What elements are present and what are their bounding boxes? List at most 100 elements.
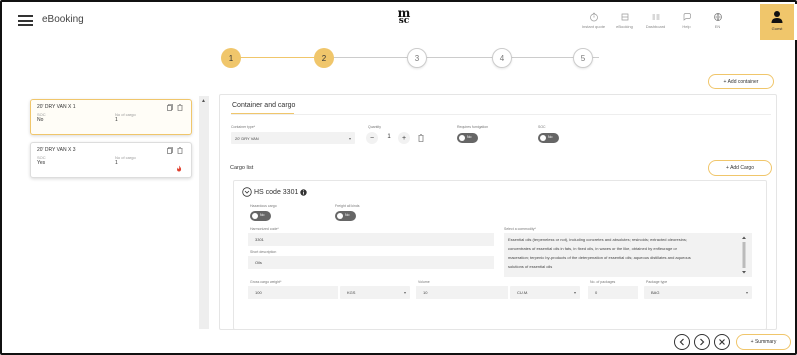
nav-help[interactable]: Help [671, 8, 702, 29]
short-description-label: Short description [250, 250, 277, 254]
nav-dashboard[interactable]: Dashboard [640, 8, 671, 29]
guest-user-button[interactable]: Guest [760, 4, 794, 40]
instant-quote-icon [589, 12, 598, 22]
harmonized-code-input[interactable]: 3301 [248, 233, 494, 246]
info-icon[interactable] [300, 188, 308, 196]
hs-code-header[interactable]: HS code 3301 [242, 187, 308, 197]
add-container-label: + Add container [723, 78, 759, 85]
guest-label: Guest [771, 26, 783, 31]
cargo-list-heading: Cargo list [230, 165, 254, 171]
hamburger-menu-icon[interactable] [18, 15, 33, 26]
volume-label: Volume [418, 280, 430, 284]
panel-scrollbar[interactable]: ▲ [199, 96, 209, 329]
freight-all-kinds-toggle[interactable]: No [335, 211, 356, 221]
soc-toggle[interactable]: No [538, 133, 559, 143]
nav-instant-quote[interactable]: Instant quote [578, 8, 609, 29]
toggle-knob [459, 135, 465, 141]
step-1[interactable]: 1 [221, 48, 241, 68]
container-card-cargo-label: No of cargo [115, 155, 136, 160]
step-line-2 [331, 57, 599, 58]
short-description-input[interactable]: Oils [248, 256, 494, 269]
step-5[interactable]: 5 [573, 48, 593, 68]
booking-stepper: 1 2 3 4 5 [221, 48, 599, 68]
packages-value: 0 [595, 290, 598, 295]
container-card-2[interactable]: 20' DRY VAN X 3 SOC Yes No of cargo 1 [30, 142, 192, 178]
step-3[interactable]: 3 [407, 48, 427, 68]
container-type-value: 20' DRY VAN [235, 135, 259, 141]
package-type-label: Package type [646, 280, 668, 284]
app-name: eBooking [42, 14, 84, 25]
globe-icon [713, 13, 722, 22]
user-icon [771, 11, 783, 23]
container-cargo-panel: Container and cargo Container type* 20' … [219, 94, 777, 330]
msc-logo[interactable]: m sc [392, 7, 416, 26]
copy-icon[interactable] [167, 104, 173, 111]
step-3-number: 3 [414, 53, 420, 63]
nav-language[interactable]: EN [702, 8, 733, 29]
quantity-decrement-button[interactable]: − [366, 132, 378, 144]
container-type-label: Container type* [231, 125, 256, 129]
volume-unit-select[interactable]: CU.M. ▾ [510, 286, 580, 299]
quantity-label: Quantity [368, 125, 382, 129]
step-4-number: 4 [499, 53, 505, 63]
toggle-text: No [548, 135, 553, 139]
previous-button[interactable] [674, 334, 690, 350]
trash-icon[interactable] [418, 134, 424, 142]
hazard-flame-icon [176, 165, 182, 172]
copy-icon[interactable] [167, 147, 173, 154]
container-type-select[interactable]: 20' DRY VAN ▾ [231, 132, 355, 144]
package-type-select[interactable]: BAG ▾ [644, 286, 752, 299]
textarea-scrollbar[interactable] [740, 235, 748, 275]
requires-fumigation-toggle[interactable]: No [457, 133, 478, 143]
weight-unit-select[interactable]: KGS ▾ [340, 286, 410, 299]
harmonized-code-value: 3301 [255, 237, 264, 242]
summary-button[interactable]: + Summary [736, 334, 791, 350]
ebooking-icon [621, 13, 628, 21]
toggle-text: No [467, 135, 472, 139]
container-card-title: 20' DRY VAN X 1 [37, 104, 76, 110]
container-card-title: 20' DRY VAN X 3 [37, 147, 76, 153]
trash-icon[interactable] [177, 104, 183, 111]
volume-input[interactable]: 10 [416, 286, 508, 299]
add-cargo-label: + Add Cargo [726, 165, 754, 171]
hs-code-title: HS code 3301 [254, 188, 299, 196]
commodity-textarea[interactable]: Essential oils (terpeneless or not), inc… [504, 233, 752, 277]
top-nav: Instant quote eBooking Dashboard Help EN [578, 8, 733, 29]
chevron-down-icon: ▾ [403, 290, 406, 295]
chevron-down-circle-icon[interactable] [242, 187, 252, 197]
nav-ebooking[interactable]: eBooking [609, 8, 640, 29]
next-button[interactable] [694, 334, 710, 350]
container-card-cargo-value: 1 [115, 160, 118, 166]
step-2[interactable]: 2 [314, 48, 334, 68]
quantity-value[interactable]: 1 [384, 134, 394, 140]
add-cargo-button[interactable]: + Add Cargo [708, 160, 772, 176]
help-icon [683, 13, 691, 21]
toggle-knob [252, 213, 258, 219]
add-container-button[interactable]: + Add container [708, 74, 774, 89]
tab-container-and-cargo[interactable]: Container and cargo [232, 102, 295, 109]
chevron-down-icon: ▾ [745, 290, 748, 295]
soc-label: SOC [538, 125, 546, 129]
scroll-up-icon[interactable]: ▲ [201, 98, 206, 104]
top-bar: eBooking m sc Instant quote eBooking Das… [4, 4, 797, 40]
short-description-value: Oils [255, 260, 262, 265]
commodity-line: Essential oils (terpeneless or not), inc… [508, 237, 687, 242]
toggle-text: No [260, 213, 265, 217]
close-button[interactable] [714, 334, 730, 350]
packages-input[interactable]: 0 [588, 286, 638, 299]
step-4[interactable]: 4 [492, 48, 512, 68]
step-line-1 [239, 57, 323, 58]
container-card-1[interactable]: 20' DRY VAN X 1 SOC No No of cargo 1 [30, 99, 192, 135]
toggle-text: No [345, 213, 350, 217]
tab-divider [231, 114, 771, 115]
harmonized-code-label: Harmonized code* [250, 227, 279, 231]
hazardous-cargo-toggle[interactable]: No [250, 211, 271, 221]
toggle-knob [337, 213, 343, 219]
volume-value: 10 [423, 290, 428, 295]
gross-weight-input[interactable]: 100 [248, 286, 338, 299]
weight-unit-value: KGS [347, 290, 356, 295]
trash-icon[interactable] [177, 147, 183, 154]
container-card-soc-value: No [37, 117, 44, 123]
quantity-increment-button[interactable]: + [398, 132, 410, 144]
commodity-line: concentrates of essential oils in fats, … [508, 246, 677, 251]
